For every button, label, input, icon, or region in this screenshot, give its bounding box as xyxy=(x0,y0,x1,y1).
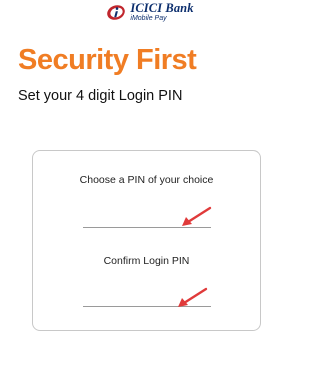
icici-logo: ICICI Bank iMobile Pay xyxy=(106,0,194,23)
brand-subtitle: iMobile Pay xyxy=(130,15,167,23)
app-header: ICICI Bank iMobile Pay xyxy=(0,0,300,24)
red-arrow-icon xyxy=(178,287,208,307)
confirm-pin-label: Confirm Login PIN xyxy=(103,255,190,267)
red-arrow-icon xyxy=(182,206,212,226)
page-subtitle: Set your 4 digit Login PIN xyxy=(18,88,183,104)
page-title: Security First xyxy=(18,44,197,76)
pin-form-card: Choose a PIN of your choice Confirm Logi… xyxy=(32,150,261,331)
icici-logo-mark-icon xyxy=(107,4,126,20)
brand-name: ICICI Bank xyxy=(130,0,194,15)
choose-pin-label: Choose a PIN of your choice xyxy=(79,174,214,186)
